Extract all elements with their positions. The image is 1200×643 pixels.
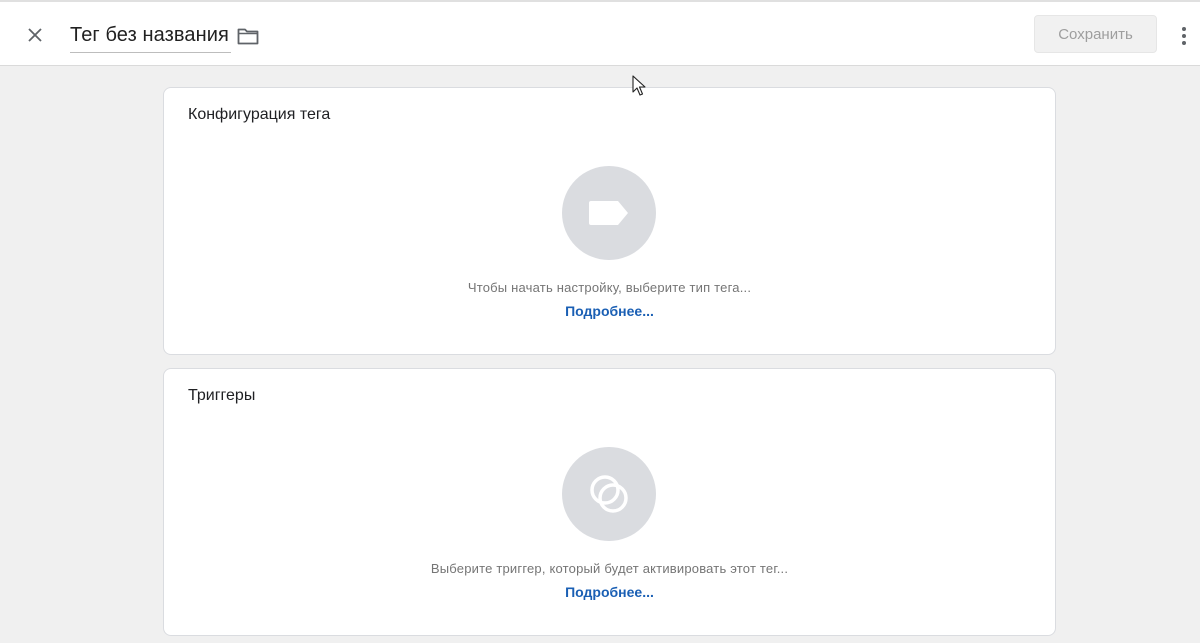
learn-more-link[interactable]: Подробнее... (164, 584, 1055, 600)
card-title: Конфигурация тега (188, 106, 331, 123)
tag-name-field[interactable]: Тег без названия (70, 21, 231, 53)
trigger-icon (590, 475, 628, 513)
more-vert-icon (1182, 27, 1186, 45)
close-icon (28, 28, 42, 42)
folder-icon (237, 28, 259, 45)
close-button[interactable] (20, 20, 50, 50)
page-title: Тег без названия (70, 24, 229, 46)
tag-config-hint: Чтобы начать настройку, выберите тип тег… (467, 280, 752, 295)
mouse-pointer-icon (632, 75, 646, 96)
folder-button[interactable] (234, 22, 262, 50)
tag-configuration-card[interactable]: Конфигурация тега Чтобы начать настройку… (163, 87, 1056, 355)
top-bar: Тег без названия Сохранить (0, 0, 1200, 66)
choose-trigger-button[interactable] (562, 447, 656, 541)
card-title: Триггеры (188, 387, 256, 404)
save-button[interactable]: Сохранить (1034, 15, 1157, 53)
learn-more-link[interactable]: Подробнее... (164, 303, 1055, 319)
trigger-hint: Выберите триггер, который будет активиро… (430, 561, 789, 576)
choose-tag-type-button[interactable] (562, 166, 656, 260)
more-menu-button[interactable] (1172, 20, 1196, 52)
tag-icon (589, 201, 628, 225)
triggers-card[interactable]: Триггеры Выберите триггер, который будет… (163, 368, 1056, 636)
